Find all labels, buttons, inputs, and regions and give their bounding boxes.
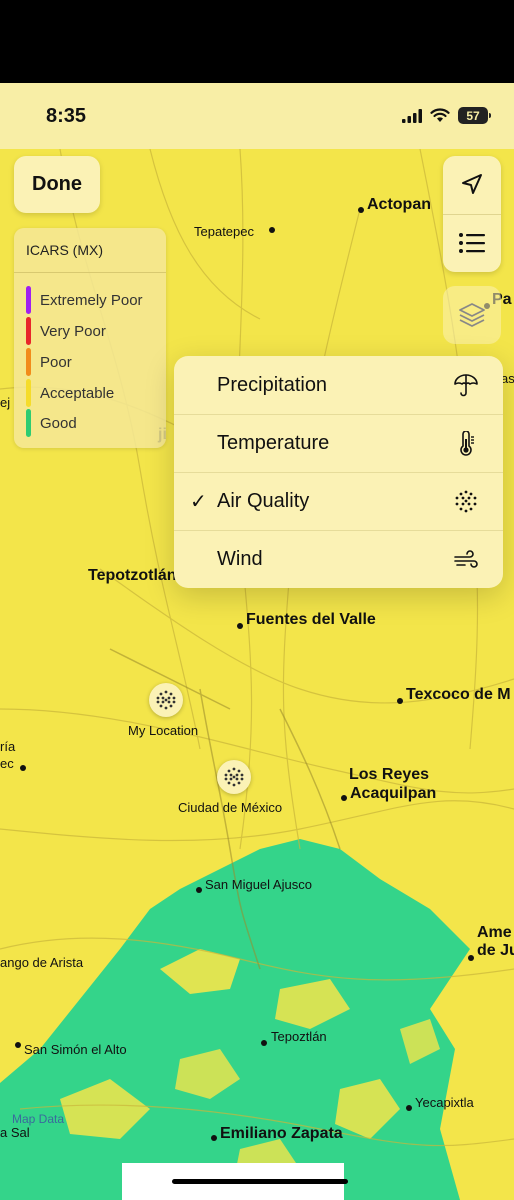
legend-item-poor: Poor [26,348,72,376]
list-button[interactable] [443,214,501,272]
city-label-san-simon[interactable]: San Simón el Alto [24,1042,127,1057]
city-label-acaquilpan[interactable]: Acaquilpan [350,785,436,803]
menu-item-air-quality[interactable]: ✓ Air Quality [174,472,503,530]
current-location-button[interactable] [443,156,501,214]
legend-color-swatch [26,409,31,437]
map-data-link[interactable]: Map Data [12,1112,64,1126]
legend-item-very-poor: Very Poor [26,317,106,345]
city-label-ria[interactable]: ría [0,739,15,754]
weather-map-screen: Actopan Tepatepec Pa as ej ji Tepotzotlá… [0,83,514,1200]
air-quality-icon [455,490,477,513]
done-button[interactable]: Done [14,156,100,213]
city-dot [468,955,474,961]
home-indicator[interactable] [172,1179,348,1184]
city-dot [196,887,202,893]
legend-divider [14,272,166,273]
city-label-fuentes-del-valle[interactable]: Fuentes del Valle [246,611,376,629]
layers-icon [459,303,485,327]
air-quality-pin-icon [156,690,176,710]
legend-item-extremely-poor: Extremely Poor [26,286,143,314]
legend-color-swatch [26,379,31,407]
city-label-ame[interactable]: Ame [477,924,512,942]
wifi-icon [430,108,450,122]
city-dot [358,207,364,213]
legend-item-label: Acceptable [40,384,115,402]
menu-item-precipitation[interactable]: Precipitation [174,356,503,414]
city-dot [406,1105,412,1111]
legend-color-swatch [26,317,31,345]
city-label-yecapixtla[interactable]: Yecapixtla [415,1095,474,1110]
map-controls [443,156,501,272]
legend-color-swatch [26,286,31,314]
layers-button[interactable] [443,286,501,344]
city-label-tepotzotlan[interactable]: Tepotzotlán [88,567,177,585]
city-label-actopan[interactable]: Actopan [367,196,431,214]
city-dot [341,795,347,801]
status-time: 8:35 [46,105,87,127]
battery-icon: 57 [458,107,491,124]
cdmx-pin[interactable] [217,760,251,794]
city-label-ej[interactable]: ej [0,395,10,410]
my-location-label: My Location [128,723,199,738]
city-dot [211,1135,217,1141]
city-dot [269,227,275,233]
list-icon [459,233,485,253]
my-location-pin[interactable] [149,683,183,717]
status-bar: 8:35 57 [0,83,514,149]
map-layer-menu: Precipitation Temperature ✓ Air Quality [174,356,503,588]
city-label-ec[interactable]: ec [0,756,14,771]
city-label-tepoztlan[interactable]: Tepoztlán [271,1029,327,1044]
thermometer-icon [460,431,474,456]
checkmark-icon: ✓ [190,491,207,513]
city-label-los-reyes[interactable]: Los Reyes [349,766,429,784]
legend-color-swatch [26,348,31,376]
air-quality-pin-icon [224,767,244,787]
city-label-ajusco[interactable]: San Miguel Ajusco [205,877,312,892]
city-label-a-sal[interactable]: a Sal [0,1125,30,1140]
city-dot [15,1042,21,1048]
menu-item-wind[interactable]: Wind [174,530,503,588]
legend-item-label: Poor [40,353,72,371]
menu-item-label: Air Quality [217,490,310,512]
city-dot [20,765,26,771]
wind-icon [454,550,478,568]
umbrella-icon [454,374,478,397]
menu-item-label: Precipitation [217,373,328,396]
legend-item-label: Extremely Poor [40,291,143,309]
city-dot [397,698,403,704]
legend-item-good: Good [26,409,77,437]
legend-item-label: Very Poor [40,322,106,340]
legend-item-label: Good [40,414,77,432]
city-label-de-ju[interactable]: de Ju [477,942,514,960]
legend-title: ICARS (MX) [26,242,103,258]
menu-item-temperature[interactable]: Temperature [174,414,503,472]
top-black-bar [0,0,514,83]
location-arrow-icon [462,174,482,194]
cellular-signal-icon [402,108,422,123]
city-dot [237,623,243,629]
city-label-cdmx[interactable]: Ciudad de México [178,800,282,815]
city-label-tepatepec[interactable]: Tepatepec [194,224,254,239]
city-label-texcoco[interactable]: Texcoco de M [406,686,511,704]
city-label-arista[interactable]: ango de Arista [0,955,83,970]
menu-item-label: Wind [217,548,263,570]
city-dot [261,1040,267,1046]
aqi-legend: ICARS (MX) Extremely Poor Very Poor Poor… [14,228,166,448]
status-icons: 57 [402,107,491,124]
legend-item-acceptable: Acceptable [26,379,114,407]
city-label-zapata[interactable]: Emiliano Zapata [220,1125,343,1143]
menu-item-label: Temperature [217,432,330,454]
